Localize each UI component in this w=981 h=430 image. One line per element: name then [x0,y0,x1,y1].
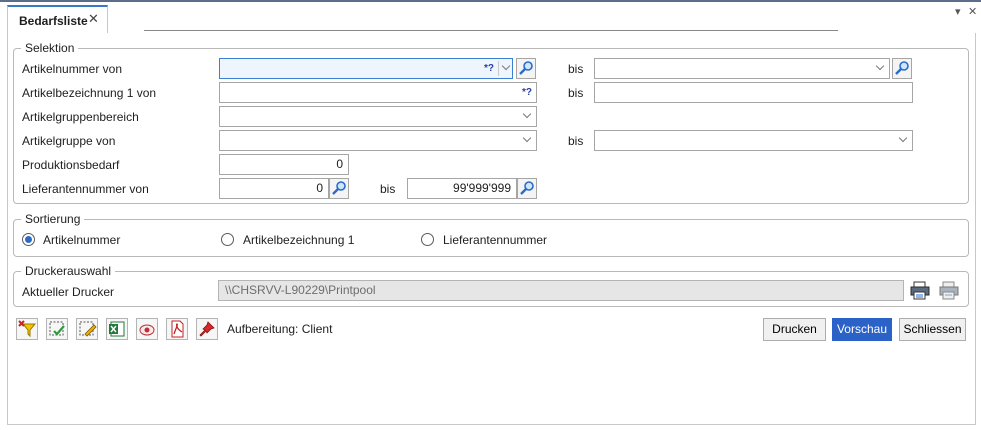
schliessen-button[interactable]: Schliessen [899,318,966,341]
search-icon [520,181,534,195]
radio-artikelnummer-label[interactable]: Artikelnummer [43,233,120,247]
preview-button[interactable] [136,318,158,340]
produktionsbedarf-label: Produktionsbedarf [22,158,120,172]
pin-button[interactable] [196,318,218,340]
drucker-input: \\CHSRVV-L90229\Printpool [218,280,904,301]
radio-artikelnummer[interactable] [22,233,35,246]
artikelbezeichnung-label: Artikelbezeichnung 1 von [22,86,157,100]
pdf-icon [171,320,184,338]
printer-icon [910,281,930,300]
lieferantennummer-von-input[interactable]: 0 [219,178,329,199]
clear-filter-button[interactable] [16,318,38,340]
aktueller-drucker-label: Aktueller Drucker [22,285,115,299]
artikelbezeichnung-von-input[interactable]: *? [219,82,537,103]
lieferantennummer-bis-input[interactable]: 99'999'999 [407,178,517,199]
search-icon [895,61,909,75]
tab-strip-line [144,30,838,31]
artikelnummer-von-search-button[interactable] [516,58,536,79]
tab-bar [0,2,981,32]
artikelgruppe-bis-combo[interactable] [594,130,913,151]
artikelgruppe-bis-label: bis [568,134,584,148]
excel-export-button[interactable] [106,318,128,340]
printer-select-button[interactable] [909,280,931,301]
artikelgruppenbereich-combo[interactable] [219,106,537,127]
chevron-down-icon[interactable] [873,58,889,79]
artikelbezeichnung-bis-input[interactable] [594,82,913,103]
artikelnummer-label: Artikelnummer von [22,62,123,76]
artikelnummer-bis-combo[interactable] [594,58,890,79]
selektion-legend: Selektion [21,41,79,55]
druckerauswahl-legend: Druckerauswahl [21,264,116,278]
excel-icon [109,321,125,337]
produktionsbedarf-input[interactable]: 0 [219,154,349,175]
chevron-down-icon[interactable] [499,58,515,79]
vorschau-button[interactable]: Vorschau [832,318,892,341]
window-close-icon[interactable]: ✕ [968,5,977,18]
eye-icon [139,324,155,336]
lieferantennummer-label: Lieferantennummer von [22,182,149,196]
tab-bedarfsliste[interactable]: Bedarfsliste ✕ [7,5,108,34]
artikelgruppe-von-combo[interactable] [219,130,537,151]
edit-selection-button[interactable] [76,318,98,340]
artikelnummer-bis-label: bis [568,62,584,76]
artikelbezeichnung-bis-label: bis [568,86,584,100]
artikelnummer-von-combo[interactable]: *? [219,58,513,79]
aufbereitung-label: Aufbereitung: Client [227,322,333,336]
wildcard-icon: *? [522,87,532,98]
artikelnummer-bis-search-button[interactable] [892,58,912,79]
artikelgruppenbereich-label: Artikelgruppenbereich [22,110,139,124]
lieferantennummer-bis-search-button[interactable] [517,178,537,199]
search-icon [519,61,533,75]
radio-artikelbezeichnung[interactable] [221,233,234,246]
clear-filter-icon [18,320,37,338]
radio-artikelbezeichnung-label[interactable]: Artikelbezeichnung 1 [243,233,354,247]
drucken-button[interactable]: Drucken [763,318,826,341]
pdf-export-button[interactable] [166,318,188,340]
radio-lieferantennummer-label[interactable]: Lieferantennummer [443,233,547,247]
chevron-down-icon[interactable] [520,130,536,151]
search-icon [332,181,346,195]
lieferantennummer-von-search-button[interactable] [329,178,349,199]
radio-lieferantennummer[interactable] [421,233,434,246]
printer-settings-button[interactable] [938,280,960,301]
printer-settings-icon [939,281,959,300]
lieferantennummer-bis-label: bis [380,182,396,196]
pin-icon [199,321,215,337]
tab-title: Bedarfsliste [19,14,88,28]
window-menu-icon[interactable]: ▾ [955,5,961,18]
wildcard-icon: *? [484,63,494,74]
select-all-button[interactable] [46,318,68,340]
pencil-select-icon [79,321,97,337]
artikelgruppe-label: Artikelgruppe von [22,134,116,148]
chevron-down-icon[interactable] [520,106,536,127]
sortierung-legend: Sortierung [21,212,85,226]
chevron-down-icon[interactable] [896,130,912,151]
check-select-icon [49,321,65,336]
tab-close-icon[interactable]: ✕ [88,11,99,27]
